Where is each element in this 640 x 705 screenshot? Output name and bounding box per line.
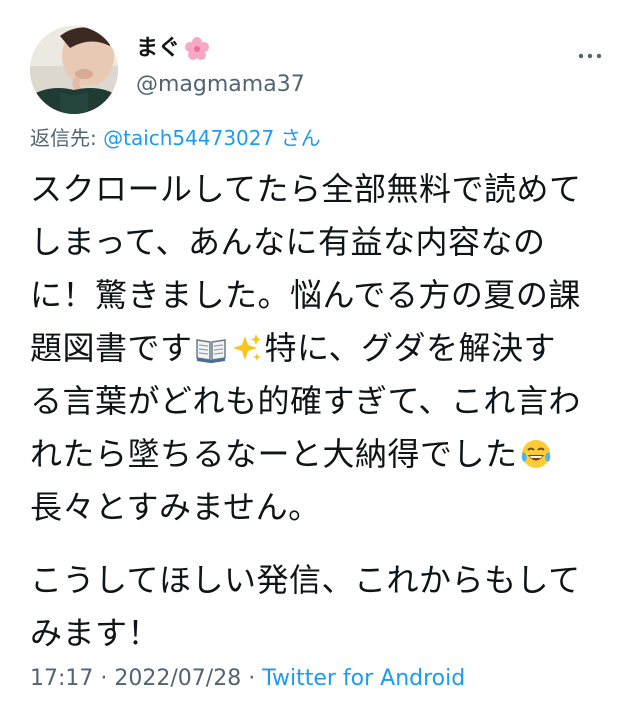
reply-prefix: 返信先: bbox=[30, 126, 97, 150]
avatar[interactable] bbox=[30, 26, 118, 114]
tweet-text-line: 長々とすみません。 bbox=[30, 488, 321, 526]
author-handle[interactable]: @magmama37 bbox=[136, 70, 305, 100]
author-names: まぐ @magmama37 bbox=[136, 34, 305, 100]
tweet-text-line: スクロールしてたら全部無料で読めて bbox=[30, 170, 582, 208]
tweet-text-segment: 特に、グダを解決す bbox=[264, 329, 557, 367]
avatar-image bbox=[30, 26, 118, 114]
tweet-meta: 17:17 · 2022/07/28 · Twitter for Android bbox=[30, 664, 465, 694]
tweet-text-line: 題図書です 特に、グダを解決す bbox=[30, 322, 610, 375]
tweet-header: まぐ @magmama37 bbox=[30, 26, 610, 116]
tweet-text-segment: れたら墜ちるなーと大納得でした bbox=[30, 435, 518, 473]
author-display-name[interactable]: まぐ bbox=[136, 34, 305, 64]
reply-context: 返信先: @taich54473027 さん bbox=[30, 124, 321, 152]
author-display-name-text[interactable]: まぐ bbox=[136, 34, 180, 64]
tweet-text-segment: 題図書です bbox=[30, 329, 193, 367]
tweet-text-line: に！驚きました。悩んでる方の夏の課 bbox=[30, 276, 581, 314]
tweet-time[interactable]: 17:17 bbox=[30, 666, 93, 691]
sparkles-icon bbox=[231, 327, 263, 361]
tweet-text-line: しまって、あんなに有益な内容なの bbox=[30, 223, 546, 261]
tweet-text-line: れたら墜ちるなーと大納得でした bbox=[30, 428, 610, 481]
tweet-text-line: こうしてほしい発信、これからもして bbox=[30, 561, 581, 599]
reply-mention-link[interactable]: @taich54473027 bbox=[103, 126, 274, 150]
tears-of-joy-icon bbox=[520, 433, 552, 468]
more-options-icon[interactable] bbox=[578, 46, 602, 59]
tweet-text-line: る言葉がどれも的確すぎて、これ言わ bbox=[30, 382, 581, 420]
tweet-date[interactable]: 2022/07/28 bbox=[114, 666, 241, 691]
tweet-source-link[interactable]: Twitter for Android bbox=[262, 666, 465, 691]
reply-suffix: さん bbox=[280, 126, 321, 150]
tweet-text: スクロールしてたら全部無料で読めて しまって、あんなに有益な内容なの に！驚きま… bbox=[30, 163, 610, 660]
cherry-blossom-icon bbox=[184, 36, 210, 62]
meta-separator: · bbox=[241, 666, 263, 691]
open-book-icon bbox=[195, 327, 227, 363]
tweet-text-line: みます！ bbox=[30, 614, 161, 652]
meta-separator: · bbox=[93, 666, 115, 691]
tweet: まぐ @magmama37 返信先: @taich54473027 さん スクロ… bbox=[0, 0, 640, 705]
